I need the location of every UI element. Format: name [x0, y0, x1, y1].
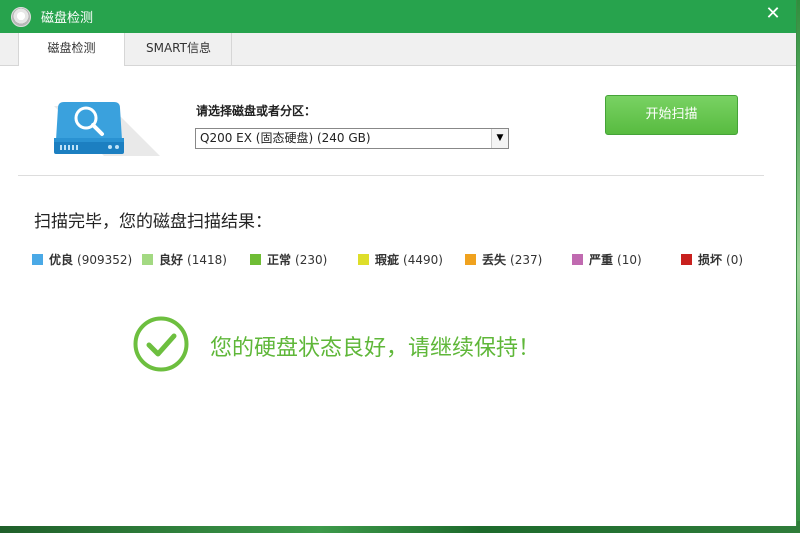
hard-disk-icon	[54, 102, 160, 156]
disk-select-label: 请选择磁盘或者分区：	[196, 104, 317, 118]
legend-label: 优良	[49, 253, 74, 267]
disk-status-message: 您的硬盘状态良好，请继续保持！	[210, 336, 541, 361]
legend-count: (230)	[295, 252, 328, 267]
legend-swatch	[250, 254, 261, 265]
title-bar: 磁盘检测 ✕	[0, 0, 796, 33]
tab-smart-info[interactable]: SMART信息	[126, 33, 232, 65]
dropdown-arrow-icon[interactable]: ▼	[491, 129, 508, 148]
watermark-logo: Z	[596, 468, 618, 509]
legend-swatch	[32, 254, 43, 265]
legend-label: 瑕疵	[375, 253, 400, 267]
close-icon: ✕	[765, 3, 781, 24]
legend-swatch	[358, 254, 369, 265]
legend-item-flawed: 瑕疵 (4490)	[358, 251, 443, 268]
legend-label: 损坏	[698, 253, 723, 267]
divider	[18, 175, 764, 176]
legend-count: (4490)	[403, 252, 443, 267]
legend-swatch	[465, 254, 476, 265]
legend-count: (237)	[510, 252, 543, 267]
legend-swatch	[681, 254, 692, 265]
watermark-url: bbs.zol.com.cn	[642, 490, 744, 506]
legend-item-severe: 严重 (10)	[572, 251, 642, 268]
legend-item-damaged: 损坏 (0)	[681, 251, 743, 268]
legend-label: 良好	[159, 253, 184, 267]
legend-item-lost: 丢失 (237)	[465, 251, 542, 268]
site-watermark: Z 中关村在线论坛 bbs.zol.com.cn	[596, 466, 786, 510]
tab-bar: 磁盘检测 SMART信息	[0, 33, 796, 66]
legend-label: 正常	[267, 253, 292, 267]
legend-label: 丢失	[482, 253, 507, 267]
disk-check-window: 磁盘检测 ✕ 磁盘检测 SMART信息 请选择磁盘或者分区： Q200 EX (…	[0, 0, 797, 526]
legend-count: (0)	[726, 252, 744, 267]
disk-select-dropdown[interactable]: Q200 EX (固态硬盘) (240 GB) ▼	[195, 128, 509, 149]
legend-item-good: 良好 (1418)	[142, 251, 227, 268]
app-logo-icon	[11, 6, 31, 27]
legend-item-normal: 正常 (230)	[250, 251, 327, 268]
legend-item-excellent: 优良 (909352)	[32, 251, 132, 268]
close-button[interactable]: ✕	[764, 5, 782, 23]
legend-swatch	[142, 254, 153, 265]
scan-result-legend: 优良 (909352) 良好 (1418) 正常 (230) 瑕疵 (4490)…	[32, 251, 772, 269]
scan-result-heading: 扫描完毕，您的磁盘扫描结果：	[34, 212, 272, 232]
legend-count: (1418)	[187, 252, 227, 267]
legend-count: (10)	[617, 252, 642, 267]
window-title: 磁盘检测	[41, 11, 94, 26]
disk-select-value: Q200 EX (固态硬盘) (240 GB)	[200, 131, 371, 145]
check-circle-icon	[133, 316, 189, 372]
start-scan-button[interactable]: 开始扫描	[605, 95, 738, 135]
legend-swatch	[572, 254, 583, 265]
legend-count: (909352)	[77, 252, 133, 267]
tab-disk-check[interactable]: 磁盘检测	[18, 33, 125, 66]
legend-label: 严重	[589, 253, 614, 267]
